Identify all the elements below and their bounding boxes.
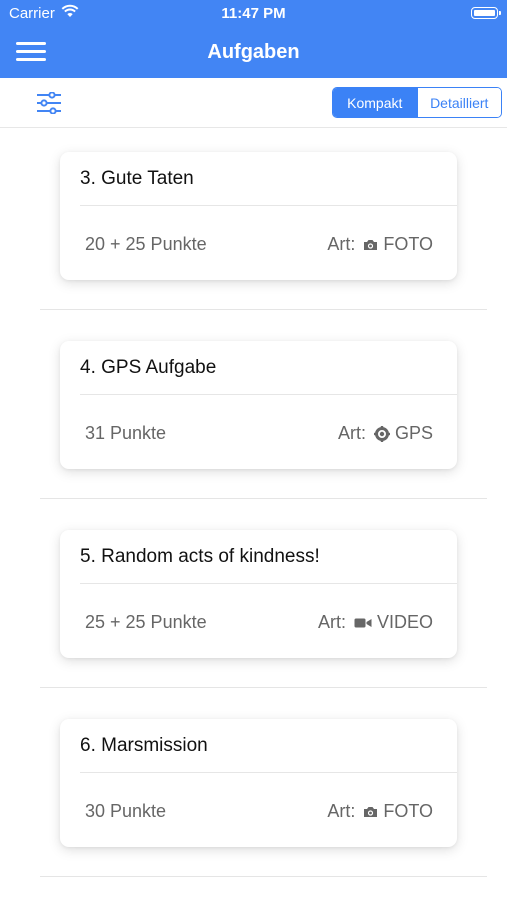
sliders-icon[interactable] xyxy=(36,91,62,115)
task-type: Art: FOTO xyxy=(327,801,433,822)
task-title: 3. Gute Taten xyxy=(80,168,194,189)
task-type-value: GPS xyxy=(394,423,433,443)
task-points: 20 + 25 Punkte xyxy=(85,234,207,254)
view-detailed-button[interactable]: Detailliert xyxy=(416,88,501,117)
row-divider xyxy=(40,498,487,499)
task-type-label: Art: xyxy=(317,612,346,632)
task-points: 30 Punkte xyxy=(85,801,167,821)
row-divider xyxy=(40,876,487,877)
task-title: 6. Marsmission xyxy=(80,735,208,756)
list-item: 5. Random acts of kindness! 25 + 25 Punk… xyxy=(0,506,507,695)
card-divider xyxy=(80,205,457,206)
row-divider xyxy=(40,309,487,310)
task-type: Art: FOTO xyxy=(327,234,433,255)
camera-icon xyxy=(363,806,378,818)
task-type: Art: VIDEO xyxy=(318,612,433,633)
task-title: 4. GPS Aufgabe xyxy=(80,357,217,378)
task-points: 31 Punkte xyxy=(85,423,167,443)
card-divider xyxy=(80,583,457,584)
task-type-value: FOTO xyxy=(383,801,433,821)
camera-icon xyxy=(363,239,378,251)
task-type-label: Art: xyxy=(337,423,366,443)
view-mode-toggle: Kompakt Detailliert xyxy=(332,87,502,118)
task-type: Art: GPS xyxy=(338,423,433,444)
task-title: 5. Random acts of kindness! xyxy=(80,546,320,567)
task-card[interactable]: 6. Marsmission 30 Punkte Art: FOTO xyxy=(60,719,457,847)
list-item: 3. Gute Taten 20 + 25 Punkte Art: FOTO xyxy=(0,128,507,317)
task-type-value: VIDEO xyxy=(376,612,433,632)
card-divider xyxy=(80,772,457,773)
task-type-label: Art: xyxy=(327,234,356,254)
task-points: 25 + 25 Punkte xyxy=(85,612,207,632)
status-time: 11:47 PM xyxy=(221,5,286,22)
task-type-value: FOTO xyxy=(383,234,433,254)
list-item: 6. Marsmission 30 Punkte Art: FOTO xyxy=(0,695,507,884)
view-compact-button[interactable]: Kompakt xyxy=(333,88,417,117)
task-card[interactable]: 3. Gute Taten 20 + 25 Punkte Art: FOTO xyxy=(60,152,457,280)
toolbar: Kompakt Detailliert xyxy=(0,78,507,128)
page-title: Aufgaben xyxy=(207,41,300,63)
list-item: 4. GPS Aufgabe 31 Punkte Art: GPS xyxy=(0,317,507,506)
status-bar: Carrier 11:47 PM xyxy=(0,0,507,26)
app-header: Carrier 11:47 PM Aufgaben xyxy=(0,0,507,78)
task-list: 3. Gute Taten 20 + 25 Punkte Art: FOTO 4… xyxy=(0,128,507,884)
task-type-label: Art: xyxy=(327,801,356,821)
gps-icon xyxy=(373,425,390,442)
task-card[interactable]: 5. Random acts of kindness! 25 + 25 Punk… xyxy=(60,530,457,658)
card-divider xyxy=(80,394,457,395)
task-card[interactable]: 4. GPS Aufgabe 31 Punkte Art: GPS xyxy=(60,341,457,469)
video-camera-icon xyxy=(354,617,372,629)
row-divider xyxy=(40,687,487,688)
battery-icon xyxy=(471,7,501,19)
